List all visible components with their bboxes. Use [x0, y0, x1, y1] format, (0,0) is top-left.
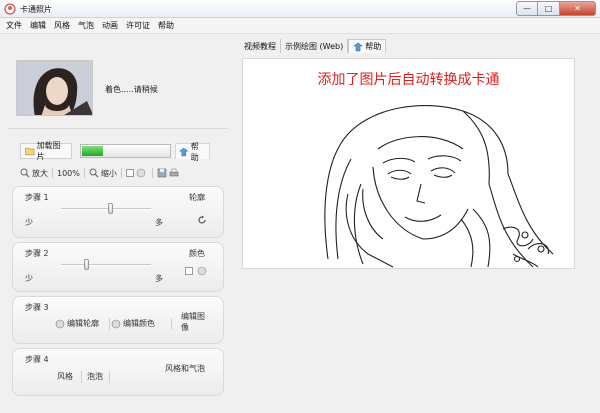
- slider-max-label: 多: [155, 218, 163, 227]
- color-label: 颜色: [189, 249, 205, 258]
- source-photo-thumbnail[interactable]: [16, 60, 93, 116]
- magnifier-plus-icon: [20, 168, 30, 178]
- progress-bar: [80, 144, 172, 158]
- edit-outline-label: 编辑轮廓: [67, 319, 99, 328]
- divider: [171, 318, 172, 330]
- canvas-headline: 添加了图片后自动转换成卡通: [317, 72, 500, 88]
- outline-slider[interactable]: [61, 203, 151, 214]
- progress-fill: [82, 146, 103, 156]
- cartoon-sketch-image: [324, 105, 554, 268]
- divider: [52, 168, 53, 178]
- status-text: 着色.....请稍候: [105, 85, 158, 94]
- divider: [109, 371, 110, 383]
- help-small-icon[interactable]: [136, 168, 146, 178]
- cartoon-canvas[interactable]: 添加了图片后自动转换成卡通: [242, 58, 575, 269]
- color-slider[interactable]: [61, 259, 151, 270]
- edit-color-button[interactable]: 编辑颜色: [111, 318, 155, 329]
- divider: [81, 371, 82, 383]
- step3-title: 步骤 3: [25, 303, 49, 312]
- zoom-in-button[interactable]: 放大: [20, 168, 48, 179]
- divider: [151, 168, 153, 178]
- brush-icon: [55, 319, 65, 328]
- divider: [83, 168, 85, 178]
- outline-slider-thumb[interactable]: [108, 203, 113, 214]
- refresh-icon[interactable]: [197, 215, 207, 225]
- load-image-label: 加载图片: [36, 141, 61, 161]
- step2-panel: 步骤 2 颜色 少 多: [12, 242, 224, 292]
- zoom-in-label: 放大: [32, 168, 48, 178]
- close-button[interactable]: ✕: [560, 1, 596, 16]
- save-icon[interactable]: [157, 168, 167, 178]
- tab-help[interactable]: 帮助: [348, 39, 387, 53]
- slider-min-label: 少: [25, 218, 33, 227]
- slider-max-label: 多: [155, 274, 163, 283]
- window-title: 卡通照片: [20, 5, 52, 14]
- zoom-level: 100%: [57, 168, 80, 178]
- folder-icon: [25, 147, 35, 156]
- divider: [120, 168, 122, 178]
- help-button[interactable]: 帮助: [175, 142, 210, 162]
- color-checkbox[interactable]: [185, 267, 193, 275]
- style-button[interactable]: 风格: [57, 371, 73, 382]
- menu-animation[interactable]: 动画: [102, 20, 118, 31]
- fit-checkbox[interactable]: [125, 169, 134, 177]
- load-toolbar: 加载图片 帮助: [20, 141, 210, 162]
- menu-file[interactable]: 文件: [6, 20, 22, 31]
- tab-example-web[interactable]: 示例绘图 (Web): [281, 39, 349, 53]
- menu-bar: 文件 编辑 风格 气泡 动画 许可证 帮助: [0, 18, 600, 34]
- zoom-toolbar: 放大 100% 缩小: [20, 166, 220, 180]
- maximize-button[interactable]: □: [538, 1, 560, 16]
- edit-color-label: 编辑颜色: [123, 319, 155, 328]
- step2-title: 步骤 2: [25, 249, 49, 258]
- palette-icon: [111, 319, 121, 328]
- help-icon: [179, 147, 189, 156]
- edit-outline-button[interactable]: 编辑轮廓: [55, 318, 99, 329]
- menu-help[interactable]: 帮助: [158, 20, 174, 31]
- minimize-button[interactable]: —: [516, 1, 538, 16]
- step3-panel: 步骤 3 编辑轮廓 编辑颜色 编辑图像: [12, 296, 224, 344]
- color-slider-thumb[interactable]: [84, 259, 89, 270]
- cartoon-app-icon: [4, 3, 16, 15]
- menu-bubble[interactable]: 气泡: [78, 20, 94, 31]
- help-small-icon[interactable]: [197, 266, 207, 276]
- menu-edit[interactable]: 编辑: [30, 20, 46, 31]
- help-icon: [353, 42, 364, 51]
- step4-title: 步骤 4: [25, 355, 49, 364]
- bubble-button[interactable]: 泡泡: [87, 371, 103, 382]
- step1-panel: 步骤 1 轮廓 少 多: [12, 186, 224, 238]
- zoom-out-button[interactable]: 缩小: [89, 168, 117, 179]
- menu-license[interactable]: 许可证: [126, 20, 150, 31]
- edit-image-button[interactable]: 编辑图像: [181, 311, 211, 333]
- menu-style[interactable]: 风格: [54, 20, 70, 31]
- load-image-button[interactable]: 加载图片: [20, 141, 73, 161]
- zoom-out-label: 缩小: [100, 168, 117, 178]
- outline-label: 轮廓: [189, 193, 205, 202]
- tab-help-label: 帮助: [365, 42, 382, 51]
- step1-title: 步骤 1: [25, 193, 49, 202]
- divider: [8, 128, 228, 129]
- title-bar: 卡通照片 — □ ✕: [0, 0, 600, 18]
- slider-min-label: 少: [25, 274, 33, 283]
- tab-video-tutorial[interactable]: 视频教程: [240, 39, 281, 53]
- canvas-tabs: 视频教程 示例绘图 (Web) 帮助: [240, 39, 387, 55]
- help-label: 帮助: [190, 141, 199, 162]
- divider: [109, 318, 110, 330]
- print-icon[interactable]: [169, 168, 179, 178]
- magnifier-minus-icon: [89, 168, 99, 178]
- style-and-bubble-button[interactable]: 风格和气泡: [165, 363, 209, 374]
- portrait-image: [17, 61, 92, 115]
- step4-panel: 步骤 4 风格 泡泡 风格和气泡: [12, 348, 224, 396]
